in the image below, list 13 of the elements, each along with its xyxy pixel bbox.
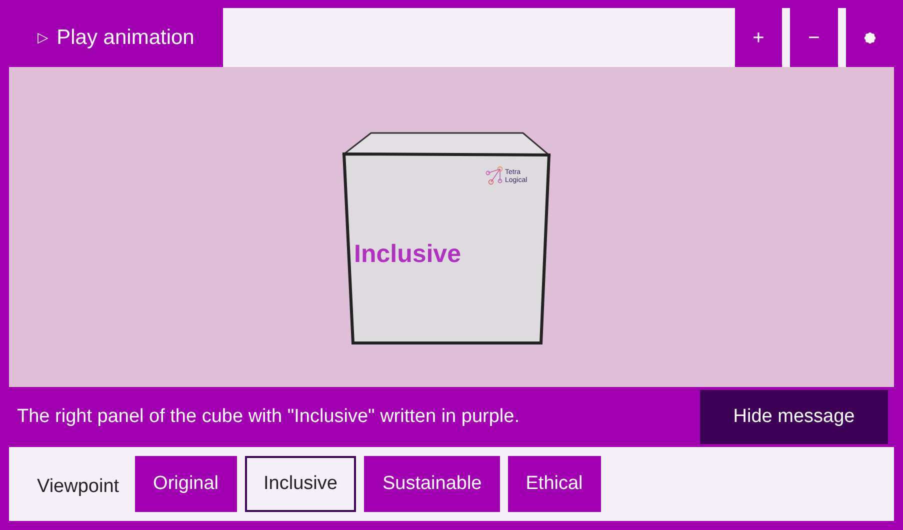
viewpoint-option[interactable]: Original bbox=[135, 456, 237, 512]
face-text: Inclusive bbox=[354, 240, 460, 268]
hide-message-button[interactable]: Hide message bbox=[700, 390, 888, 444]
viewpoint-label: Viewpoint bbox=[37, 474, 120, 499]
viewpoint-option[interactable]: Inclusive bbox=[244, 456, 356, 512]
molecule-icon bbox=[485, 166, 502, 185]
play-animation-button[interactable]: ▷ Play animation bbox=[9, 8, 223, 67]
message-text: The right panel of the cube with "Inclusive" written in purple. bbox=[17, 404, 520, 429]
viewpoint-option[interactable]: Sustainable bbox=[364, 456, 500, 512]
zoom-in-button[interactable]: + bbox=[735, 8, 782, 67]
viewpoint-option[interactable]: Ethical bbox=[508, 456, 601, 512]
zoom-out-button[interactable]: − bbox=[790, 8, 838, 67]
settings-icon bbox=[864, 32, 876, 44]
